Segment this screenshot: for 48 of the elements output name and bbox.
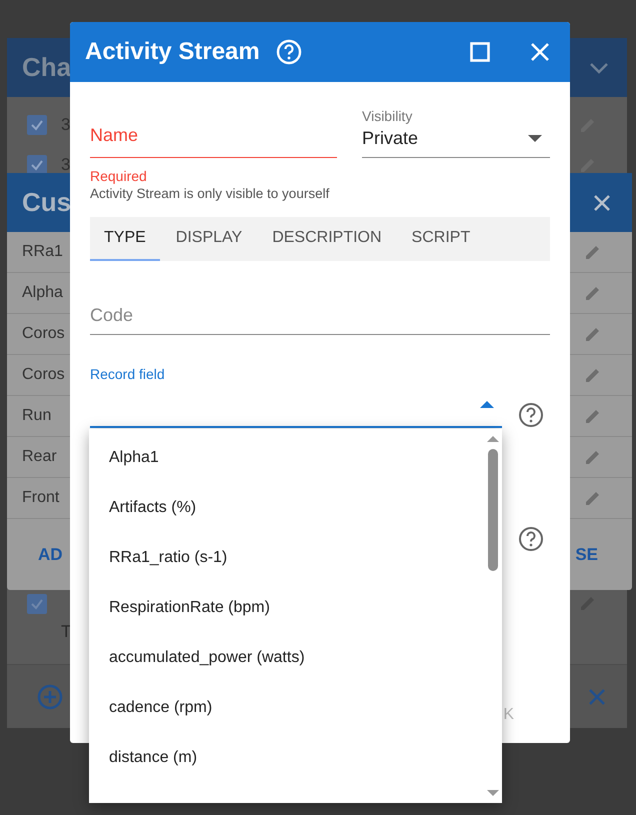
- caret-down-icon: [528, 134, 542, 142]
- pencil-icon[interactable]: [584, 448, 602, 466]
- code-field[interactable]: Code: [90, 297, 550, 335]
- list-item[interactable]: Rear: [22, 448, 57, 466]
- menu-item[interactable]: RespirationRate (bpm): [89, 583, 484, 633]
- pencil-icon[interactable]: [584, 325, 602, 343]
- menu-item[interactable]: cadence (rpm): [89, 683, 484, 733]
- menu-item[interactable]: distance (m): [89, 733, 484, 783]
- pencil-icon[interactable]: [584, 243, 602, 261]
- checkbox[interactable]: [27, 594, 47, 614]
- chevron-down-icon[interactable]: [589, 62, 609, 74]
- pencil-icon[interactable]: [584, 407, 602, 425]
- scrollbar-thumb[interactable]: [488, 449, 498, 571]
- help-icon[interactable]: [518, 526, 544, 552]
- scroll-up-icon[interactable]: [487, 435, 499, 443]
- hint-text: Activity Stream is only visible to yourself: [90, 186, 330, 201]
- list-item[interactable]: Coros: [22, 366, 65, 384]
- menu-item[interactable]: Artifacts (%): [89, 483, 484, 533]
- checkbox[interactable]: [27, 115, 47, 135]
- error-text: Required: [90, 168, 148, 184]
- tab[interactable]: TYPE: [90, 217, 160, 261]
- dialog-title: Activity Stream: [85, 38, 260, 66]
- name-field[interactable]: Name: [90, 122, 337, 158]
- list-item[interactable]: Alpha: [22, 284, 63, 302]
- dialog-title: Cus: [22, 187, 72, 218]
- help-icon[interactable]: [518, 402, 544, 428]
- maximize-icon[interactable]: [470, 42, 490, 62]
- add-icon[interactable]: [37, 684, 63, 710]
- list-item[interactable]: Run: [22, 407, 52, 425]
- menu-item[interactable]: accumulated_power (watts): [89, 633, 484, 683]
- tab[interactable]: DISPLAY: [162, 217, 256, 261]
- close-icon[interactable]: [592, 192, 612, 212]
- tab[interactable]: SCRIPT: [398, 217, 484, 261]
- tab[interactable]: DESCRIPTION: [258, 217, 396, 261]
- visibility-select[interactable]: Visibility Private: [362, 108, 550, 158]
- menu-item[interactable]: RRa1_ratio (s-1): [89, 533, 484, 583]
- dialog-title: Cha: [22, 52, 72, 83]
- checkbox[interactable]: [27, 155, 47, 175]
- list-item[interactable]: Front: [22, 489, 60, 507]
- list-item[interactable]: RRa1: [22, 243, 63, 261]
- pencil-icon[interactable]: [584, 366, 602, 384]
- scroll-down-icon[interactable]: [487, 789, 499, 797]
- caret-up-icon: [480, 400, 494, 408]
- pencil-icon[interactable]: [584, 284, 602, 302]
- field-label: Record field: [90, 366, 166, 382]
- menu-item[interactable]: Alpha1: [89, 433, 484, 483]
- pencil-icon[interactable]: [584, 489, 602, 507]
- list-item[interactable]: Coros: [22, 325, 65, 343]
